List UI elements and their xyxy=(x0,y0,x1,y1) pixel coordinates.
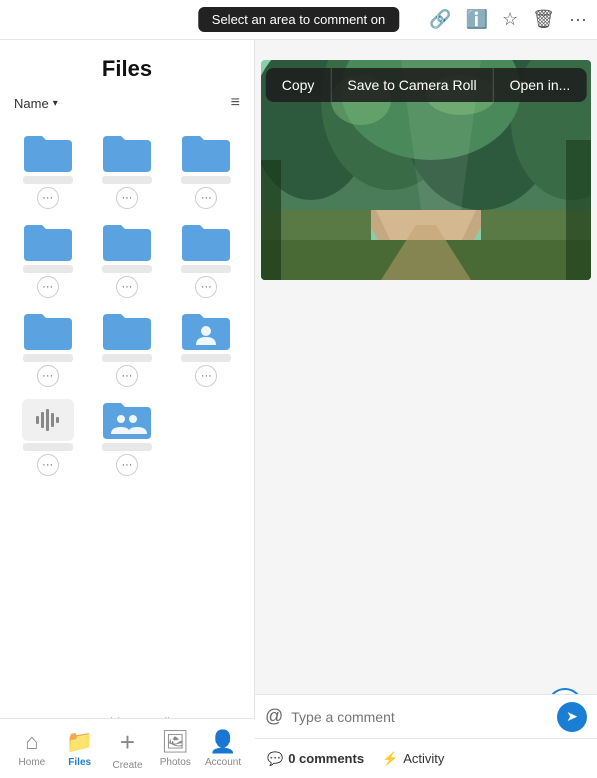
file-options-button[interactable]: ··· xyxy=(116,187,138,209)
link-icon[interactable]: 🔗 xyxy=(429,9,451,30)
photo-image-container[interactable]: Copy Save to Camera Roll Open in... xyxy=(261,60,591,280)
at-icon[interactable]: @ xyxy=(265,706,283,727)
file-name xyxy=(181,176,231,184)
top-bar: Select an area to comment on 🔗 ℹ️ ☆ 🗑 ··… xyxy=(0,0,597,40)
files-header: Files xyxy=(0,40,254,90)
list-item[interactable]: ··· xyxy=(167,302,246,391)
comment-input-area: @ ➤ xyxy=(255,694,597,738)
list-item[interactable]: ··· xyxy=(87,391,166,480)
file-options-button[interactable]: ··· xyxy=(195,365,217,387)
comment-tabs: 💬 0 comments ⚡ Activity xyxy=(267,751,444,767)
file-name xyxy=(102,265,152,273)
folder-icon xyxy=(180,132,232,174)
folder-icon xyxy=(101,132,153,174)
comment-bar: 💬 0 comments ⚡ Activity xyxy=(255,738,597,778)
send-icon: ➤ xyxy=(566,708,578,725)
file-options-button[interactable]: ··· xyxy=(37,187,59,209)
more-icon[interactable]: ··· xyxy=(569,9,587,30)
file-name xyxy=(23,265,73,273)
list-item[interactable]: ··· xyxy=(8,391,87,480)
list-item[interactable]: ··· xyxy=(87,302,166,391)
folder-icon xyxy=(22,221,74,263)
nav-label-files: Files xyxy=(68,757,91,768)
context-menu: Copy Save to Camera Roll Open in... xyxy=(266,68,587,102)
file-name xyxy=(23,176,73,184)
file-options-button[interactable]: ··· xyxy=(195,276,217,298)
main-layout: Files Name ▾ ≡ ··· xyxy=(0,40,597,738)
files-toolbar: Name ▾ ≡ xyxy=(0,90,254,120)
file-name xyxy=(102,176,152,184)
nav-label-photos: Photos xyxy=(160,757,191,768)
file-options-button[interactable]: ··· xyxy=(195,187,217,209)
name-sort-button[interactable]: Name ▾ xyxy=(14,96,58,111)
list-item[interactable]: ··· xyxy=(87,213,166,302)
shared-folder-icon xyxy=(180,310,232,352)
folder-icon xyxy=(22,132,74,174)
file-name xyxy=(102,354,152,362)
file-name xyxy=(181,354,231,362)
file-options-button[interactable]: ··· xyxy=(37,454,59,476)
bottom-nav: ⌂ Home 📁 Files + Create 🖼 Photos 👤 Accou… xyxy=(0,718,255,778)
nav-label-home: Home xyxy=(19,757,46,768)
file-options-button[interactable]: ··· xyxy=(116,365,138,387)
nav-item-create[interactable]: + Create xyxy=(104,727,152,771)
files-grid: ··· ··· ··· xyxy=(0,120,254,484)
trash-icon[interactable]: 🗑 xyxy=(532,9,555,30)
star-icon[interactable]: ☆ xyxy=(502,9,518,30)
file-name xyxy=(23,443,73,451)
file-name xyxy=(102,443,152,451)
photo-panel: Copy Save to Camera Roll Open in... i xyxy=(255,40,597,738)
list-item[interactable]: ··· xyxy=(167,124,246,213)
list-view-icon[interactable]: ≡ xyxy=(231,94,240,112)
list-item[interactable]: ··· xyxy=(8,124,87,213)
photos-icon: 🖼 xyxy=(161,729,189,755)
nav-item-account[interactable]: 👤 Account xyxy=(199,729,247,768)
folder-icon xyxy=(101,221,153,263)
open-in-button[interactable]: Open in... xyxy=(494,68,587,102)
list-item[interactable]: ··· xyxy=(8,302,87,391)
list-item[interactable]: ··· xyxy=(8,213,87,302)
file-options-button[interactable]: ··· xyxy=(116,276,138,298)
nav-item-home[interactable]: ⌂ Home xyxy=(8,729,56,768)
nav-item-photos[interactable]: 🖼 Photos xyxy=(151,729,199,768)
copy-button[interactable]: Copy xyxy=(266,68,332,102)
comment-input[interactable] xyxy=(291,709,549,725)
folder-icon xyxy=(22,310,74,352)
photo-preview: Copy Save to Camera Roll Open in... i xyxy=(255,40,597,738)
tooltip-banner: Select an area to comment on xyxy=(198,7,399,32)
files-panel: Files Name ▾ ≡ ··· xyxy=(0,40,255,738)
sort-chevron-icon: ▾ xyxy=(53,98,58,109)
audio-file-icon xyxy=(22,399,74,441)
file-name xyxy=(181,265,231,273)
folder-icon xyxy=(180,221,232,263)
file-options-button[interactable]: ··· xyxy=(116,454,138,476)
send-button[interactable]: ➤ xyxy=(557,702,587,732)
account-icon: 👤 xyxy=(209,729,236,755)
activity-label: Activity xyxy=(403,751,444,766)
create-icon: + xyxy=(120,727,135,758)
file-name xyxy=(23,354,73,362)
comments-tab[interactable]: 💬 0 comments xyxy=(267,751,364,767)
comments-count-label: 0 comments xyxy=(288,751,364,766)
nav-item-files[interactable]: 📁 Files xyxy=(56,729,104,768)
file-options-button[interactable]: ··· xyxy=(37,365,59,387)
list-item[interactable]: ··· xyxy=(87,124,166,213)
activity-icon: ⚡ xyxy=(382,751,398,767)
file-options-button[interactable]: ··· xyxy=(37,276,59,298)
files-title: Files xyxy=(102,56,152,82)
list-item[interactable]: ··· xyxy=(167,213,246,302)
info-icon[interactable]: ℹ️ xyxy=(466,9,488,30)
comment-icon: 💬 xyxy=(267,751,283,767)
save-to-camera-roll-button[interactable]: Save to Camera Roll xyxy=(331,68,493,102)
nav-label-account: Account xyxy=(205,757,241,768)
nav-label-create: Create xyxy=(112,760,142,771)
group-folder-icon xyxy=(101,399,153,441)
home-icon: ⌂ xyxy=(25,729,38,755)
activity-tab[interactable]: ⚡ Activity xyxy=(382,751,444,767)
top-bar-icons: 🔗 ℹ️ ☆ 🗑 ··· xyxy=(429,9,587,30)
sort-label: Name xyxy=(14,96,49,111)
folder-icon xyxy=(101,310,153,352)
files-nav-icon: 📁 xyxy=(66,729,93,755)
